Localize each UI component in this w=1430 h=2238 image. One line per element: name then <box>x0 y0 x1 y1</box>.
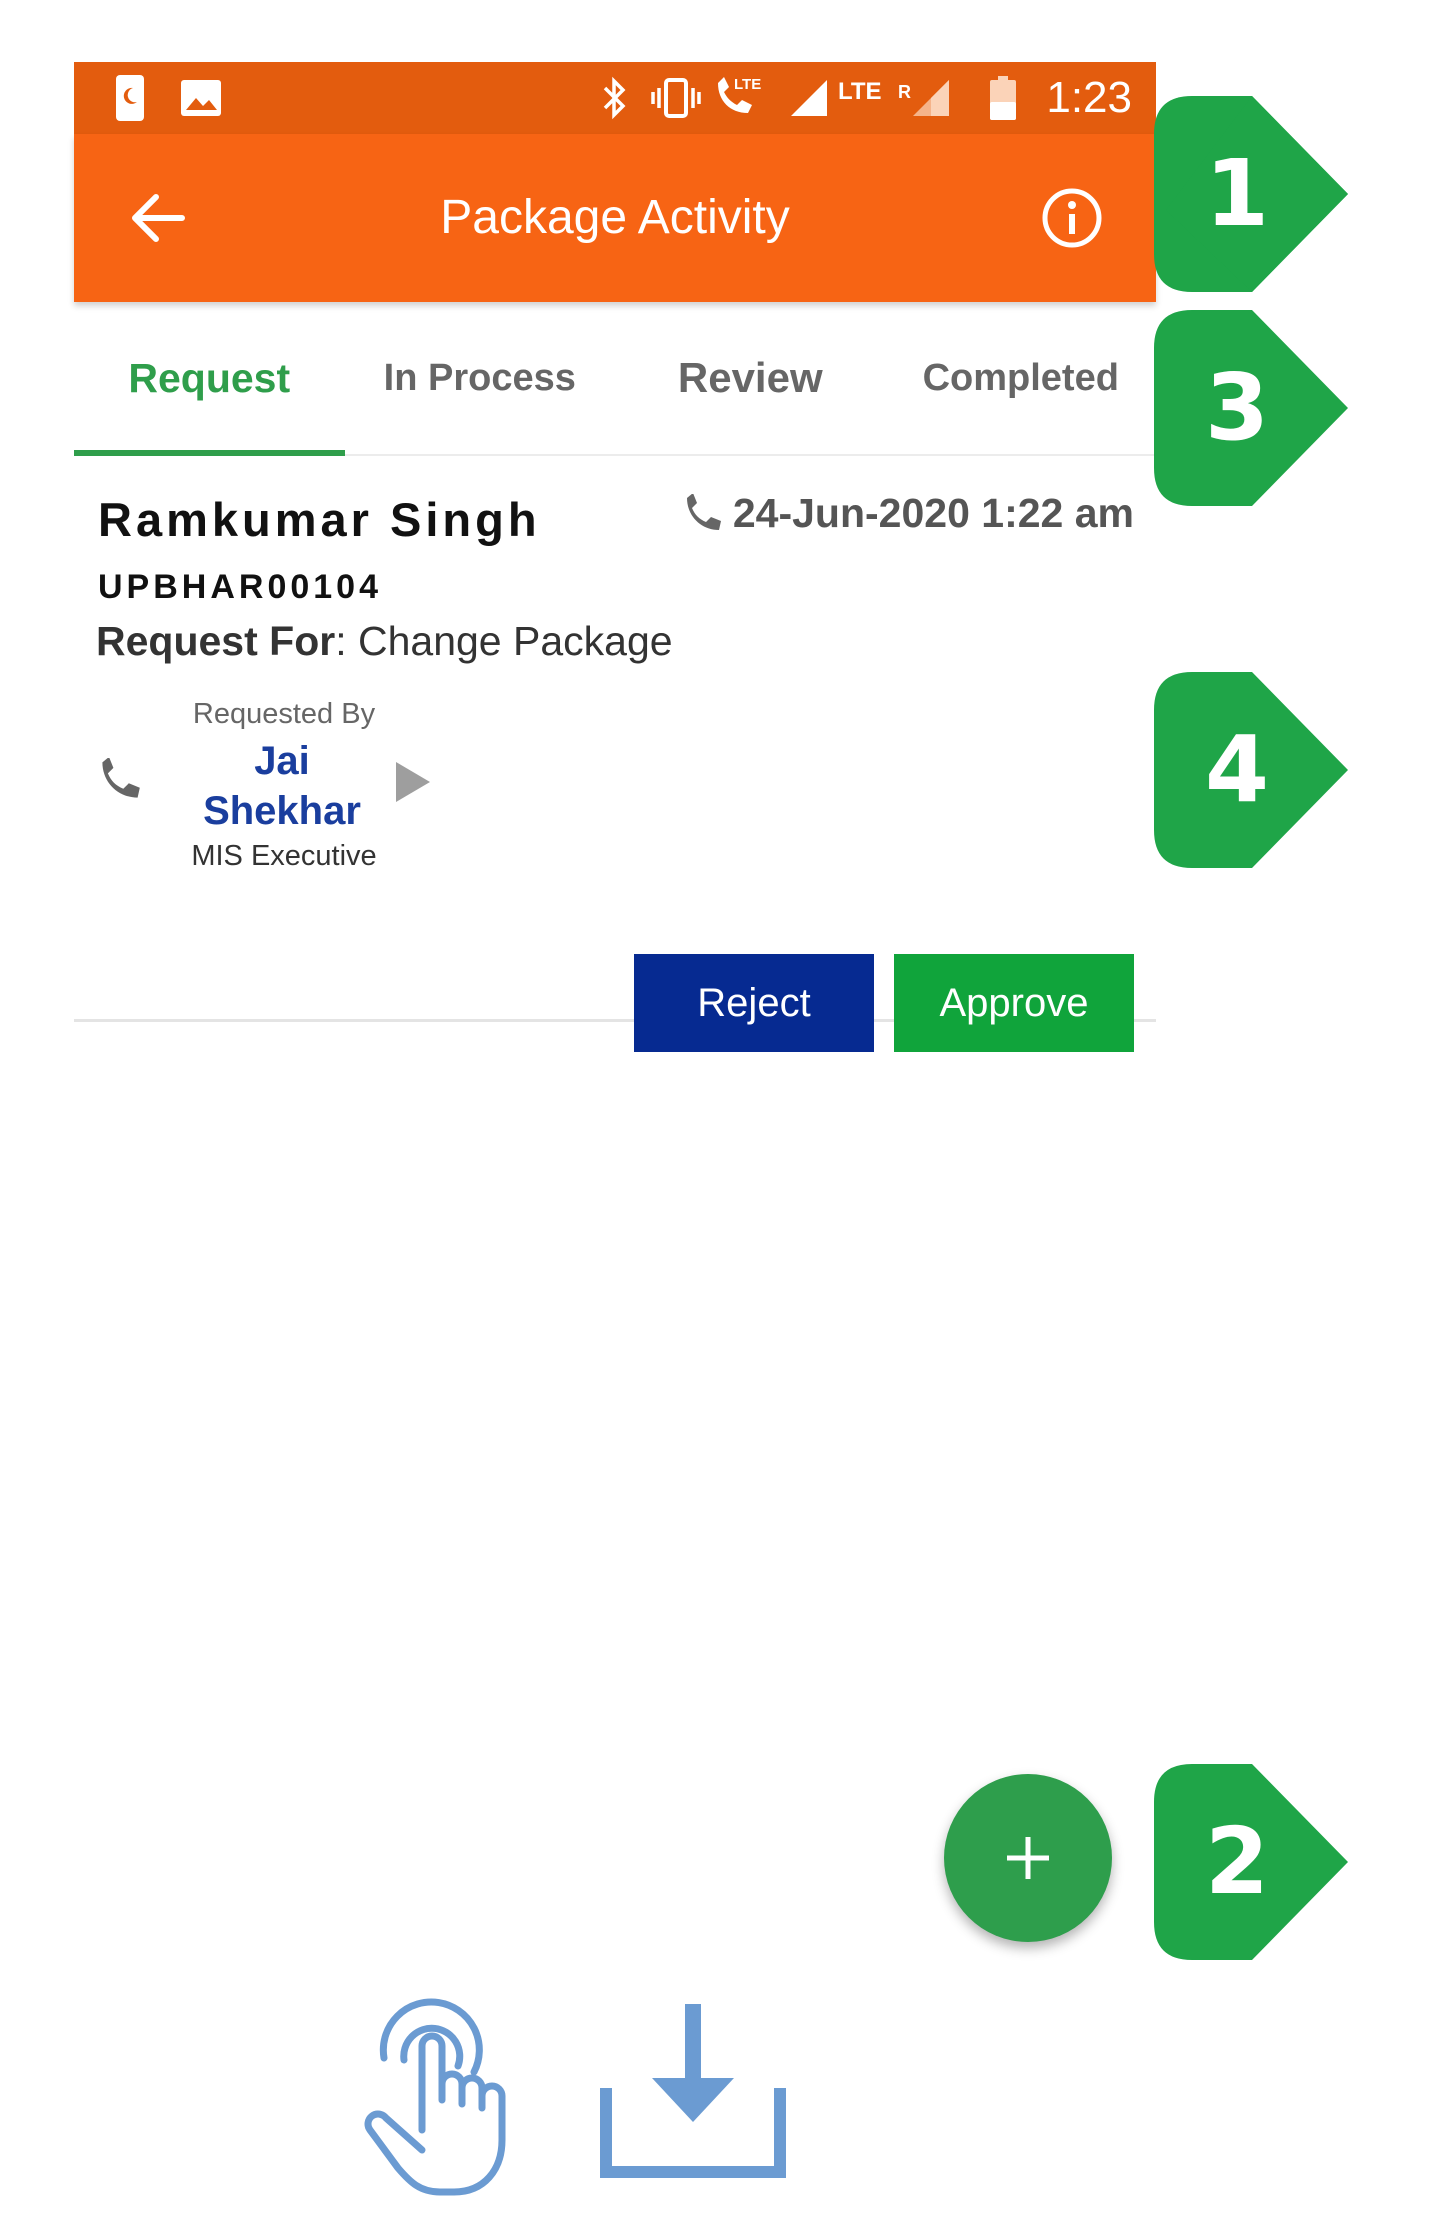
tap-gesture-icon <box>354 1980 534 2200</box>
info-button[interactable] <box>1032 178 1112 258</box>
tab-review[interactable]: Review <box>615 302 886 454</box>
add-fab-button[interactable] <box>944 1774 1112 1942</box>
app-bar: Package Activity <box>74 134 1156 302</box>
svg-text:LTE: LTE <box>734 76 761 93</box>
requested-by-label: Requested By <box>192 698 376 730</box>
info-icon <box>1042 188 1102 248</box>
vibrate-icon <box>648 62 704 134</box>
requested-by-name[interactable]: Jai Shekhar <box>174 736 390 836</box>
signal-icon <box>786 62 832 134</box>
datetime-text: 24-Jun-2020 1:22 am <box>732 490 1134 536</box>
request-datetime: 24-Jun-2020 1:22 am <box>683 490 1134 537</box>
image-icon <box>178 62 224 134</box>
notification-icon <box>110 62 150 134</box>
tab-bar: Request In Process Review Completed <box>74 302 1156 456</box>
roaming-signal-icon <box>908 62 954 134</box>
customer-name: Ramkumar Singh <box>98 493 541 546</box>
tab-label: Completed <box>922 356 1119 399</box>
volte-call-icon: LTE <box>710 62 766 134</box>
status-bar: LTE LTE R 1:23 <box>74 62 1156 134</box>
callout-badge-2: 2 <box>1152 1760 1352 1964</box>
phone-icon <box>686 493 721 530</box>
status-time: 1:23 <box>1046 73 1132 122</box>
callout-badge-1: 1 <box>1152 92 1352 296</box>
requested-by-role: MIS Executive <box>191 840 377 872</box>
request-for-value: : Change Package <box>335 618 673 664</box>
page-title: Package Activity <box>440 191 790 244</box>
callout-number: 4 <box>1204 716 1269 823</box>
request-for: Request For: Change Package <box>96 618 673 665</box>
tab-label: Request <box>128 354 291 401</box>
phone-screen: LTE LTE R 1:23 Package Activity Request <box>74 62 1156 2022</box>
request-for-label: Request For <box>96 618 336 664</box>
battery-icon <box>988 62 1018 134</box>
phone-icon <box>102 756 140 798</box>
download-icon <box>598 2000 788 2180</box>
bluetooth-icon <box>594 62 634 134</box>
tab-completed[interactable]: Completed <box>886 302 1157 454</box>
approve-button[interactable]: Approve <box>894 954 1134 1052</box>
lte-label: LTE <box>838 78 882 105</box>
callout-badge-3: 3 <box>1152 306 1352 510</box>
tab-label: In Process <box>383 356 576 399</box>
tab-in-process[interactable]: In Process <box>345 302 616 454</box>
callout-number: 1 <box>1204 140 1269 247</box>
callout-badge-4: 4 <box>1152 668 1352 872</box>
customer-id: UPBHAR00104 <box>98 568 382 606</box>
call-requester-button[interactable] <box>98 756 148 808</box>
tab-request[interactable]: Request <box>74 302 345 456</box>
callout-number: 2 <box>1204 1808 1269 1915</box>
reject-button[interactable]: Reject <box>634 954 874 1052</box>
request-card[interactable]: Ramkumar Singh UPBHAR00104 Request For: … <box>74 456 1156 1052</box>
tab-label: Review <box>677 354 823 401</box>
plus-icon <box>1007 1837 1049 1879</box>
callout-number: 3 <box>1204 354 1269 461</box>
expand-arrow-icon[interactable] <box>392 760 432 804</box>
